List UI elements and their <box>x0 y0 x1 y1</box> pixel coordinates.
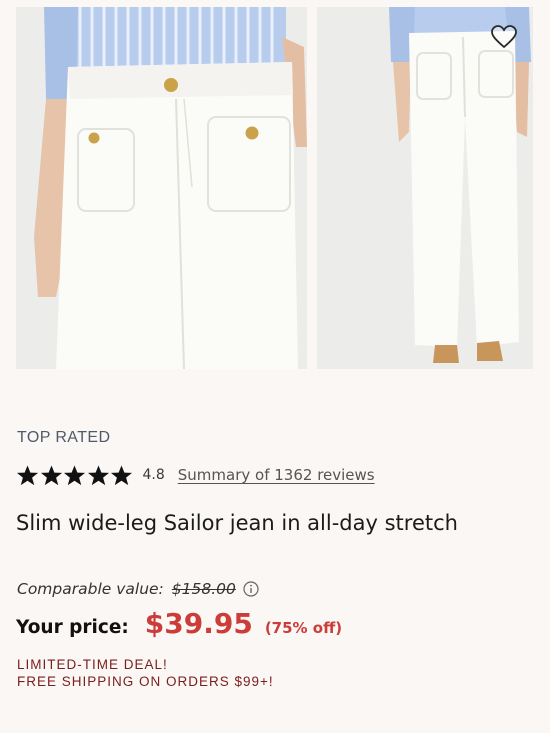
rating-row: 4.8 Summary of 1362 reviews <box>16 462 375 488</box>
star-filled-icon <box>40 464 62 485</box>
product-image-front[interactable] <box>16 7 307 369</box>
promo-line-shipping: FREE SHIPPING ON ORDERS $99+! <box>17 674 274 689</box>
info-circle-icon[interactable] <box>243 581 259 597</box>
product-title: Slim wide-leg Sailor jean in all-day str… <box>16 511 458 535</box>
comparable-label: Comparable value: <box>17 580 164 598</box>
reviews-summary-link[interactable]: Summary of 1362 reviews <box>178 466 375 484</box>
your-price-label: Your price: <box>16 617 129 638</box>
star-filled-icon <box>87 464 109 485</box>
heart-outline-icon <box>491 25 517 49</box>
discount-percent: (75% off) <box>264 619 343 637</box>
price-row: Your price: $39.95 (75% off) <box>16 607 342 647</box>
star-filled-icon <box>16 464 39 485</box>
star-filled-icon <box>110 464 133 485</box>
comparable-value: Comparable value: $158.00 <box>17 580 259 598</box>
star-rating <box>16 464 134 487</box>
comparable-price: $158.00 <box>171 580 236 598</box>
promo-message: LIMITED-TIME DEAL! FREE SHIPPING ON ORDE… <box>17 656 274 690</box>
star-filled-icon <box>63 464 86 485</box>
product-image-back[interactable] <box>317 7 533 369</box>
promo-line-deal: LIMITED-TIME DEAL! <box>17 657 168 672</box>
rating-value: 4.8 <box>142 467 165 483</box>
top-rated-badge: TOP RATED <box>17 429 111 446</box>
product-image-front-graphic <box>16 7 307 369</box>
sale-price: $39.95 <box>144 607 253 640</box>
wishlist-button[interactable] <box>488 21 520 53</box>
product-image-back-graphic <box>317 7 533 369</box>
